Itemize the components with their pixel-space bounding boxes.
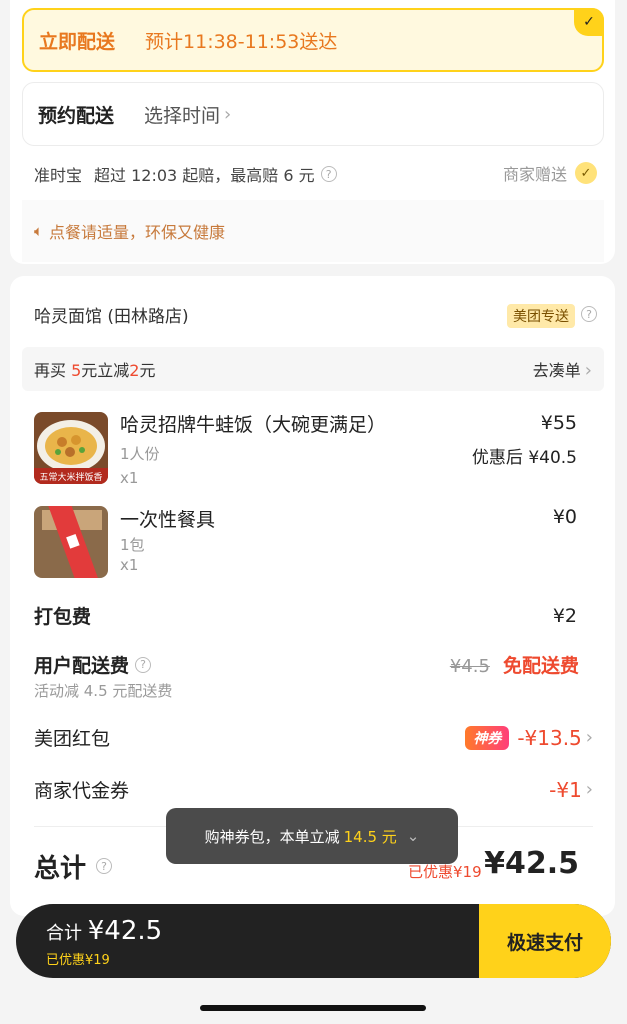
packing-fee-value: ¥2: [552, 604, 577, 627]
ontime-label: 准时宝: [34, 166, 83, 185]
toast-highlight: 14.5 元: [343, 827, 397, 846]
check-icon: ✓: [575, 162, 597, 184]
dish-spec: 1人份: [120, 445, 160, 463]
bar-saved: 已优惠¥19: [46, 953, 110, 968]
selected-check-icon: ✓: [574, 8, 604, 36]
delivery-now-option[interactable]: 立即配送 预计11:38-11:53送达 ✓: [22, 8, 604, 72]
dish-price: ¥55: [540, 412, 577, 434]
merchant-gift-label: 商家赠送: [502, 165, 567, 184]
choose-time-label: 选择时间: [144, 104, 221, 127]
ontime-row: 准时宝 超过 12:03 起赔，最高赔 6 元 ?: [34, 162, 337, 186]
checkout-bar: 合计 ¥42.5 已优惠¥19 极速支付: [16, 904, 611, 978]
super-coupon-badge: 神券: [465, 725, 510, 750]
dish-image-tableware: [34, 506, 108, 578]
dish-name: 哈灵招牌牛蛙饭（大碗更满足）: [120, 414, 387, 436]
total-amount: ¥42.5: [484, 846, 579, 881]
dish-discounted-price: 优惠后 ¥40.5: [471, 448, 577, 468]
red-packet-row[interactable]: 美团红包 神券 -¥13.5 ›: [34, 724, 593, 751]
red-packet-label: 美团红包: [34, 728, 111, 750]
svg-text:五常大米拌饭香: 五常大米拌饭香: [39, 471, 102, 483]
delivery-eta: 预计11:38-11:53送达: [145, 30, 338, 53]
delivery-fee-original: ¥4.5: [449, 656, 490, 677]
delivery-schedule-option[interactable]: 预约配送 选择时间 ›: [22, 82, 604, 146]
voucher-value: -¥1: [549, 777, 582, 802]
help-icon[interactable]: ?: [320, 166, 337, 182]
total-label: 总计: [34, 854, 87, 884]
packing-fee-row: 打包费 ¥2: [34, 602, 593, 629]
promo-text: 再买 5元立减2元: [34, 361, 156, 380]
chevron-right-icon: ›: [584, 360, 592, 381]
dish-name: 一次性餐具: [120, 509, 216, 531]
dish-qty: x1: [120, 556, 139, 574]
delivery-fee-row: 用户配送费 ? ¥4.5 免配送费: [34, 651, 593, 678]
delivery-now-title: 立即配送: [39, 30, 116, 53]
delivery-fee-label: 用户配送费: [34, 655, 130, 677]
eco-tip: 🔈︎ 点餐请适量，环保又健康: [22, 200, 604, 262]
help-icon[interactable]: ?: [581, 306, 597, 322]
promo-bar[interactable]: 再买 5元立减2元 去凑单 ›: [22, 347, 604, 391]
meituan-delivery-badge: 美团专送: [507, 304, 575, 328]
dish-spec: 1包: [120, 536, 145, 554]
chevron-right-icon: ›: [585, 727, 593, 748]
red-packet-value: -¥13.5: [517, 725, 582, 750]
chevron-double-down-icon: ⌄: [406, 827, 420, 845]
chevron-right-icon: ›: [224, 103, 232, 125]
packing-fee-label: 打包费: [34, 606, 92, 628]
shop-name[interactable]: 哈灵面馆 (田林路店): [34, 302, 189, 327]
bar-total-amount: ¥42.5: [87, 916, 163, 946]
help-icon[interactable]: ?: [135, 656, 152, 673]
eco-tip-text: 点餐请适量，环保又健康: [49, 223, 226, 242]
bar-total: 合计 ¥42.5: [46, 916, 162, 946]
delivery-later-title: 预约配送: [38, 104, 115, 127]
free-delivery-label: 免配送费: [502, 655, 579, 677]
total-saved: 已优惠¥19: [408, 863, 482, 881]
dish-price: ¥0: [552, 506, 577, 528]
bar-total-label: 合计: [46, 923, 82, 944]
pay-button[interactable]: 极速支付: [479, 904, 611, 978]
help-icon[interactable]: ?: [96, 858, 112, 874]
home-indicator: [200, 1005, 426, 1011]
chevron-right-icon: ›: [585, 779, 593, 800]
add-more-link[interactable]: 去凑单 ›: [533, 357, 592, 381]
dish-qty: x1: [120, 469, 139, 487]
coupon-toast[interactable]: 购神券包，本单立减 14.5 元 ⌄: [166, 808, 458, 864]
voucher-label: 商家代金券: [34, 780, 130, 802]
delivery-fee-sub: 活动减 4.5 元配送费: [34, 682, 173, 700]
ontime-desc: 超过 12:03 起赔，最高赔 6 元: [94, 166, 315, 185]
dish-image-frog-rice: 五常大米拌饭香: [34, 412, 108, 484]
merchant-gift[interactable]: 商家赠送 ✓: [503, 161, 597, 185]
voucher-row[interactable]: 商家代金券 -¥1 ›: [34, 776, 593, 803]
speaker-icon: 🔈︎: [34, 222, 44, 240]
